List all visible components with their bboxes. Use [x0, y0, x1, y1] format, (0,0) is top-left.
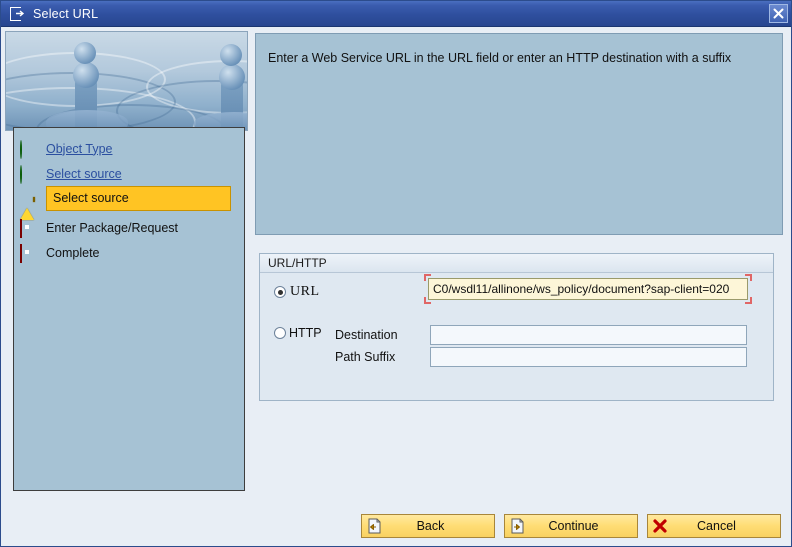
wizard-step-label: Enter Package/Request — [46, 220, 179, 235]
wizard-step-object-type[interactable]: Object Type — [14, 136, 244, 161]
url-http-group: URL/HTTP URL HTTP Destination Path Suffi… — [259, 253, 774, 401]
wizard-step-label: Select source — [46, 166, 122, 181]
path-suffix-label: Path Suffix — [335, 350, 396, 364]
select-url-dialog: Select URL Object Type Select source Sel… — [0, 0, 792, 547]
url-radio-row[interactable]: URL — [274, 284, 320, 300]
wizard-step-label: Object Type — [46, 141, 113, 156]
url-radio-label: URL — [290, 284, 320, 299]
cancel-button-label: Cancel — [697, 519, 736, 533]
instruction-panel: Enter a Web Service URL in the URL field… — [255, 33, 783, 235]
wizard-step-enter-package-request[interactable]: Enter Package/Request — [14, 215, 244, 240]
continue-document-icon — [508, 517, 526, 535]
back-document-icon — [365, 517, 383, 535]
url-input-wrapper — [424, 274, 752, 304]
instruction-text: Enter a Web Service URL in the URL field… — [268, 51, 732, 65]
document-arrow-icon — [10, 6, 26, 21]
focus-corner-icon — [424, 274, 431, 281]
dialog-footer: Back Continue Cancel — [1, 514, 791, 538]
arrow-glyph — [16, 9, 25, 17]
wizard-step-list: Object Type Select source Select source … — [13, 127, 245, 491]
url-http-group-header: URL/HTTP — [260, 254, 773, 273]
url-input[interactable] — [428, 278, 748, 300]
destination-input[interactable] — [430, 325, 747, 345]
green-circle-icon — [20, 165, 35, 184]
http-radio-button[interactable] — [274, 327, 286, 339]
focus-corner-icon — [424, 297, 431, 304]
focus-corner-icon — [745, 274, 752, 281]
close-icon[interactable] — [769, 4, 788, 23]
cancel-glyph — [653, 519, 667, 533]
continue-button[interactable]: Continue — [504, 514, 638, 538]
warning-triangle-icon — [20, 191, 35, 220]
continue-glyph — [511, 518, 524, 534]
red-x-icon — [651, 517, 669, 535]
red-square-icon — [20, 244, 35, 263]
wizard-step-select-source-done[interactable]: Select source — [14, 161, 244, 186]
http-radio-label: HTTP — [289, 326, 322, 340]
back-button-label: Back — [416, 519, 445, 533]
close-glyph — [773, 8, 784, 19]
http-radio-row[interactable]: HTTP — [274, 326, 322, 340]
window-title: Select URL — [33, 6, 99, 21]
path-suffix-input[interactable] — [430, 347, 747, 367]
water-droplet-splash-image — [5, 31, 248, 131]
back-glyph — [368, 518, 381, 534]
wizard-step-complete[interactable]: Complete — [14, 240, 244, 265]
focus-corner-icon — [745, 297, 752, 304]
back-button[interactable]: Back — [361, 514, 495, 538]
continue-button-label: Continue — [548, 519, 599, 533]
left-column: Object Type Select source Select source … — [5, 31, 248, 495]
group-title: URL/HTTP — [268, 256, 327, 270]
wizard-step-label: Complete — [46, 245, 100, 260]
red-square-icon — [20, 219, 35, 238]
wizard-step-label: Select source — [53, 191, 129, 205]
title-bar: Select URL — [1, 1, 791, 27]
green-circle-icon — [20, 140, 35, 159]
destination-label: Destination — [335, 328, 398, 342]
cancel-button[interactable]: Cancel — [647, 514, 781, 538]
url-radio-button[interactable] — [274, 286, 286, 298]
wizard-step-select-source-current[interactable]: Select source — [14, 186, 244, 220]
